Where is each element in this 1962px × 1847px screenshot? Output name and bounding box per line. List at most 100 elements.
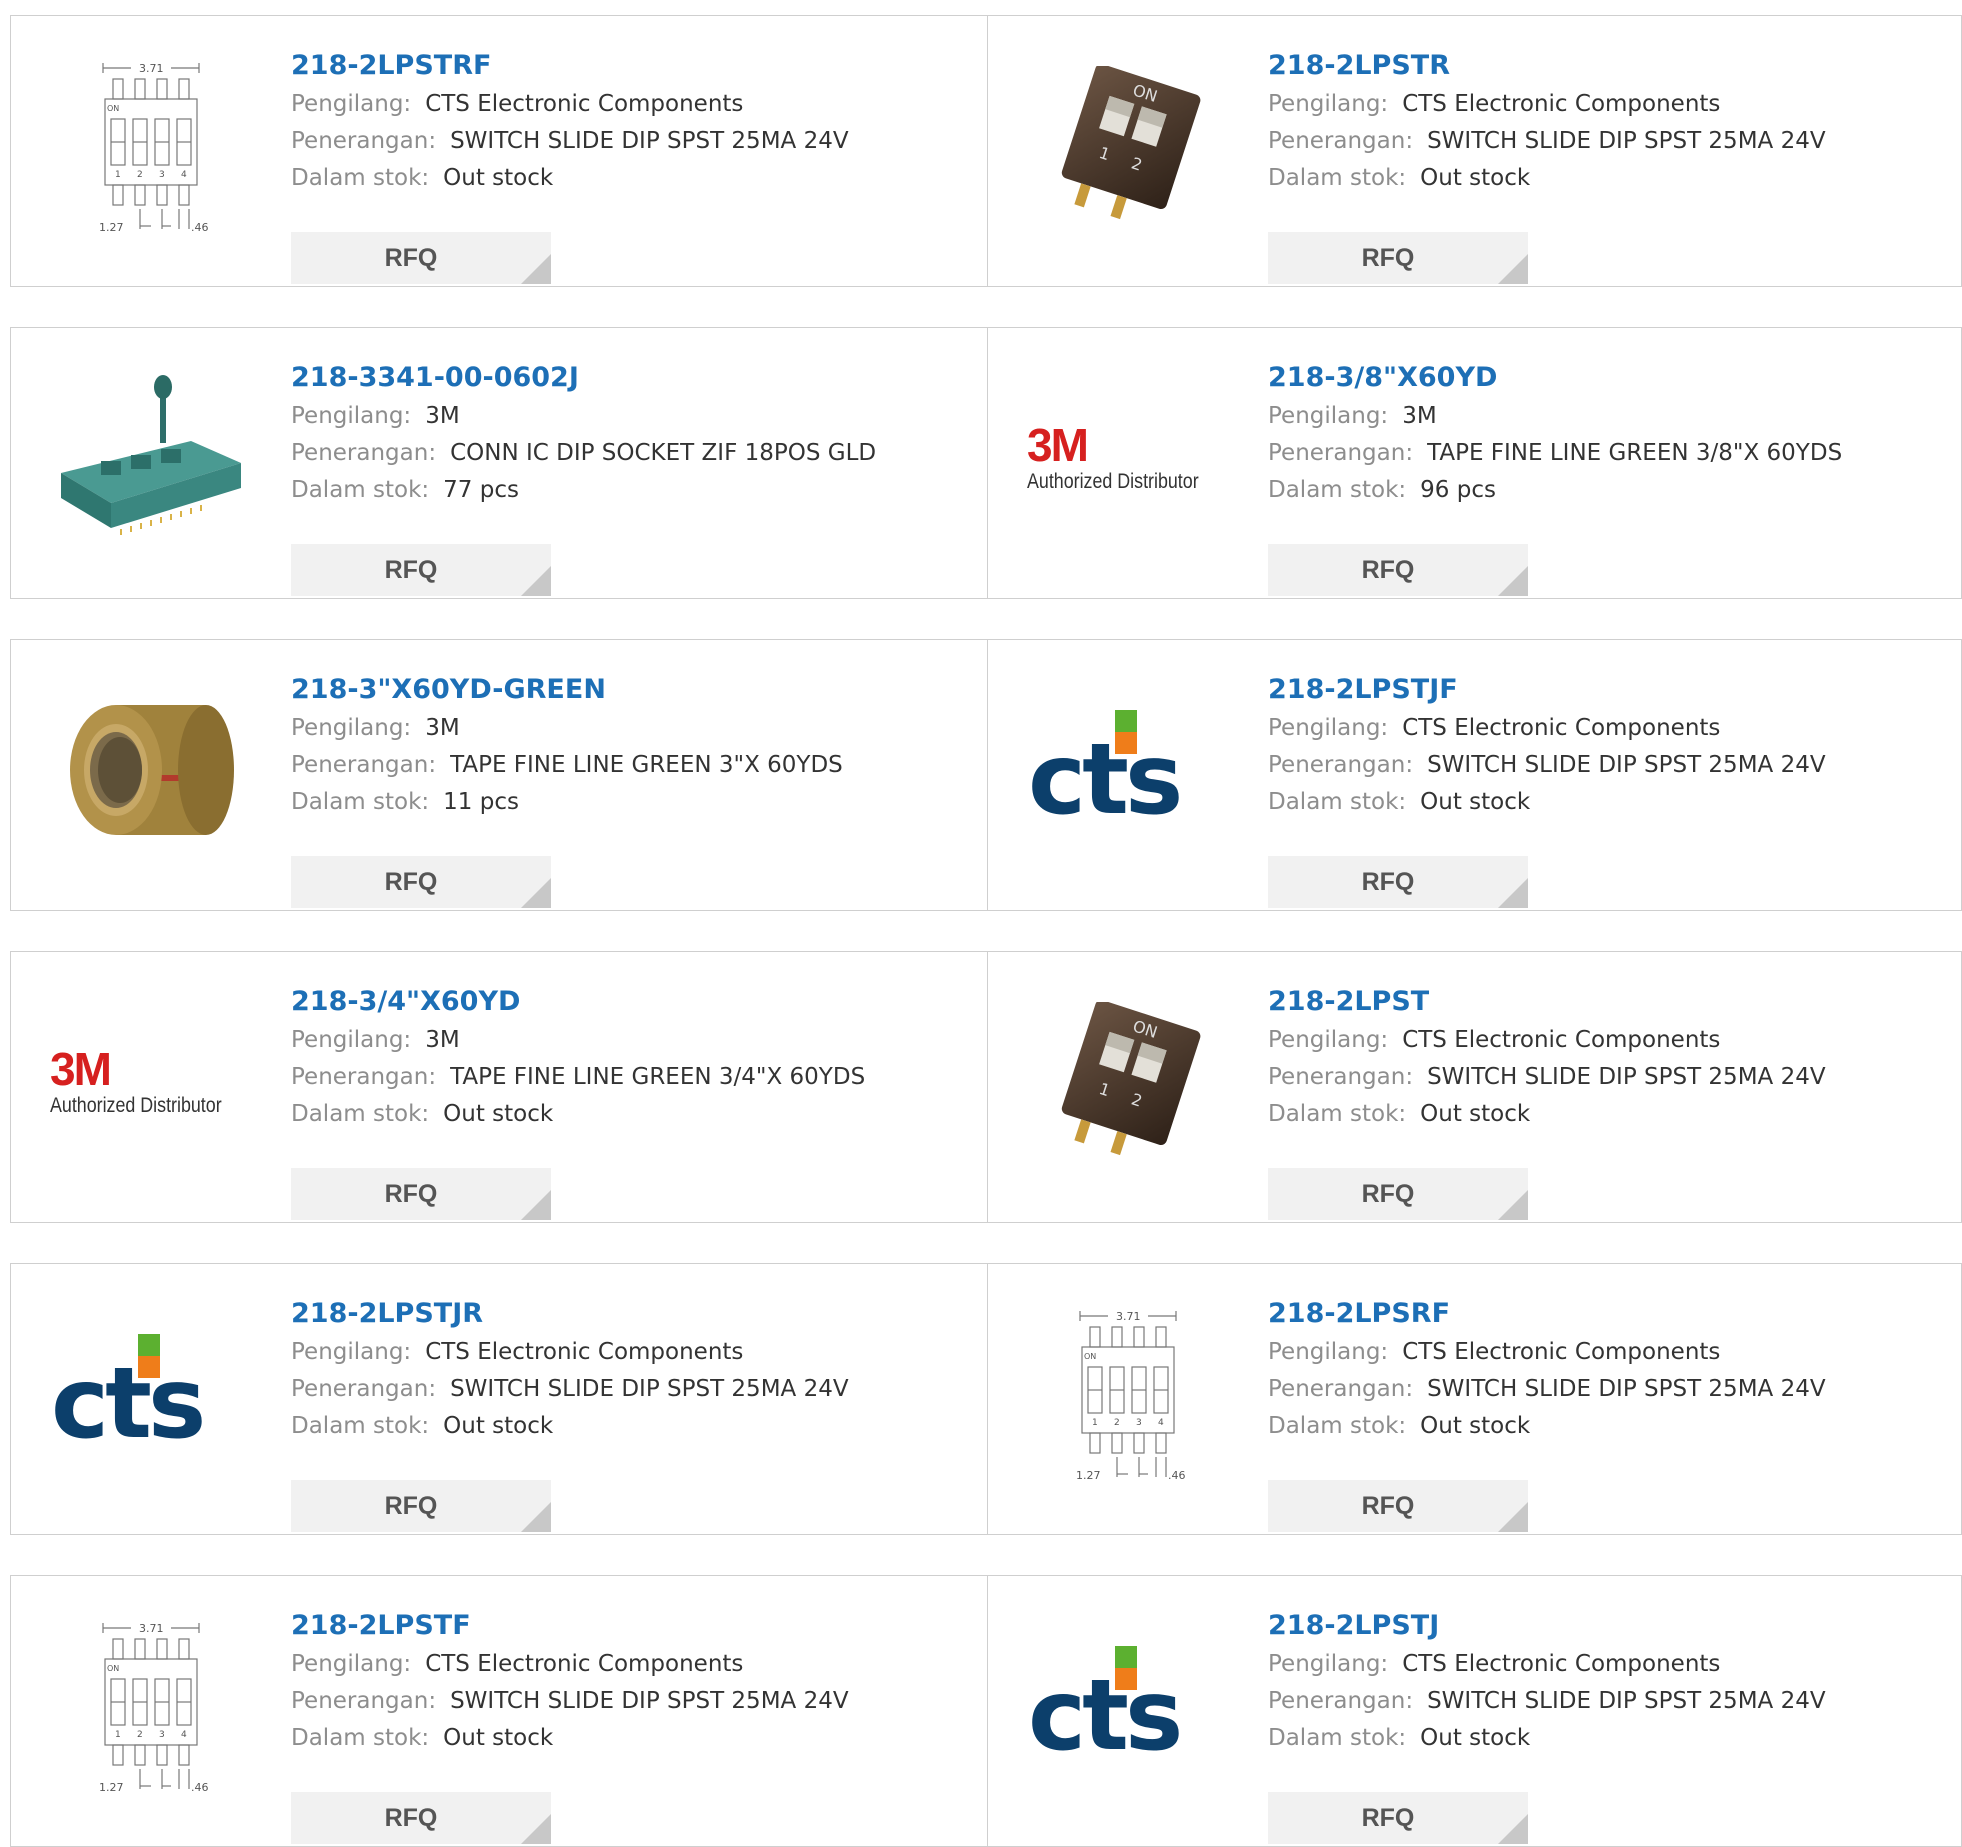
3m-logo: 3M Authorized Distributor — [50, 1045, 252, 1119]
product-image[interactable] — [51, 670, 251, 870]
part-number-link[interactable]: 218-2LPSTJF — [1268, 670, 1928, 710]
svg-text:ON: ON — [107, 104, 119, 113]
svg-text:3.71: 3.71 — [139, 62, 164, 75]
dip-schematic-icon: 3.71 ON 1 2 3 4 1.27 .46 — [1076, 1310, 1186, 1482]
stock-label: Dalam stok: — [1268, 1413, 1407, 1439]
product-card: 3.71 ON 1 2 3 4 1.27 .46 218-2LPSTRF Pengi… — [11, 16, 988, 286]
product-card: 3M Authorized Distributor 218-3/8"X60YD … — [988, 328, 1961, 598]
rfq-button[interactable]: RFQ — [1268, 232, 1528, 284]
manufacturer-label: Pengilang: — [1268, 1027, 1389, 1053]
description-row: Penerangan: SWITCH SLIDE DIP SPST 25MA 24… — [1268, 1371, 1928, 1408]
manufacturer-value: CTS Electronic Components — [1402, 1027, 1721, 1053]
3m-mark: 3M — [50, 1043, 112, 1095]
stock-label: Dalam stok: — [291, 1725, 430, 1751]
part-number-link[interactable]: 218-2LPSTRF — [291, 46, 951, 86]
part-number-link[interactable]: 218-3/8"X60YD — [1268, 358, 1928, 398]
part-number-link[interactable]: 218-3"X60YD-GREEN — [291, 670, 951, 710]
description-value: SWITCH SLIDE DIP SPST 25MA 24V — [450, 1376, 849, 1402]
part-number-link[interactable]: 218-2LPSTJ — [1268, 1606, 1928, 1646]
rfq-button[interactable]: RFQ — [291, 232, 551, 284]
cts-logo: cts — [1028, 710, 1228, 830]
product-image[interactable]: 3M Authorized Distributor — [50, 982, 252, 1182]
manufacturer-value: CTS Electronic Components — [1402, 1651, 1721, 1677]
product-image[interactable]: cts — [51, 1294, 251, 1494]
stock-row: Dalam stok: Out stock — [1268, 1096, 1928, 1133]
product-row: 3.71 ON 1 2 3 4 1.27 .46 218-2LPSTRF Pengi… — [10, 15, 1962, 287]
cts-wordmark: cts — [51, 1347, 206, 1461]
part-number-link[interactable]: 218-2LPSTR — [1268, 46, 1928, 86]
corner-triangle-icon — [1498, 1502, 1528, 1532]
product-image[interactable]: 3.71 ON 1 2 3 4 1.27 .46 — [1028, 1294, 1228, 1494]
description-value: TAPE FINE LINE GREEN 3/8"X 60YDS — [1427, 440, 1843, 466]
product-image[interactable]: 3.71 ON 1 2 3 4 1.27 .46 — [51, 46, 251, 246]
rfq-button[interactable]: RFQ — [1268, 544, 1528, 596]
part-number-link[interactable]: 218-2LPST — [1268, 982, 1928, 1022]
product-image[interactable]: ON 1 2 — [1028, 982, 1228, 1182]
authorized-distributor-text: Authorized Distributor — [1027, 470, 1199, 493]
product-image[interactable]: cts — [1028, 1606, 1228, 1806]
rfq-label: RFQ — [1361, 1804, 1415, 1832]
rfq-button[interactable]: RFQ — [291, 856, 551, 908]
rfq-button[interactable]: RFQ — [291, 1792, 551, 1844]
rfq-button[interactable]: RFQ — [1268, 1792, 1528, 1844]
manufacturer-value: CTS Electronic Components — [425, 91, 744, 117]
description-row: Penerangan: CONN IC DIP SOCKET ZIF 18POS … — [291, 435, 951, 472]
rfq-button[interactable]: RFQ — [1268, 856, 1528, 908]
rfq-button[interactable]: RFQ — [291, 544, 551, 596]
part-number-link[interactable]: 218-2LPSTJR — [291, 1294, 951, 1334]
part-number-link[interactable]: 218-2LPSTF — [291, 1606, 951, 1646]
svg-text:.46: .46 — [191, 221, 209, 234]
product-image[interactable]: 3.71 ON 1 2 3 4 1.27 .46 — [51, 1606, 251, 1806]
zif-socket-photo — [61, 375, 241, 535]
manufacturer-row: Pengilang: CTS Electronic Components — [1268, 710, 1928, 747]
rfq-label: RFQ — [384, 1804, 438, 1832]
svg-text:3.71: 3.71 — [139, 1622, 164, 1635]
manufacturer-row: Pengilang: CTS Electronic Components — [291, 1646, 951, 1683]
svg-text:ON: ON — [1084, 1352, 1096, 1361]
rfq-button[interactable]: RFQ — [291, 1480, 551, 1532]
manufacturer-row: Pengilang: CTS Electronic Components — [1268, 86, 1928, 123]
authorized-distributor-text: Authorized Distributor — [50, 1094, 222, 1117]
description-label: Penerangan: — [1268, 128, 1414, 154]
stock-row: Dalam stok: 96 pcs — [1268, 472, 1928, 509]
stock-label: Dalam stok: — [1268, 477, 1407, 503]
product-image[interactable] — [51, 358, 251, 558]
cts-wordmark: cts — [1028, 1659, 1183, 1773]
product-info: 218-3/8"X60YD Pengilang: 3M Penerangan: TA… — [1268, 358, 1928, 596]
rfq-label: RFQ — [384, 1492, 438, 1520]
rfq-button[interactable]: RFQ — [291, 1168, 551, 1220]
stock-row: Dalam stok: Out stock — [1268, 1720, 1928, 1757]
description-label: Penerangan: — [291, 440, 437, 466]
stock-value: Out stock — [443, 1725, 554, 1751]
stock-label: Dalam stok: — [291, 1413, 430, 1439]
stock-row: Dalam stok: Out stock — [291, 160, 951, 197]
description-row: Penerangan: SWITCH SLIDE DIP SPST 25MA 24… — [291, 123, 951, 160]
cts-wordmark: cts — [1028, 723, 1183, 837]
stock-label: Dalam stok: — [1268, 165, 1407, 191]
corner-triangle-icon — [1498, 1190, 1528, 1220]
description-value: SWITCH SLIDE DIP SPST 25MA 24V — [1427, 1688, 1826, 1714]
product-info: 218-2LPSTJR Pengilang: CTS Electronic Com… — [291, 1294, 951, 1532]
manufacturer-label: Pengilang: — [1268, 1339, 1389, 1365]
part-number-link[interactable]: 218-2LPSRF — [1268, 1294, 1928, 1334]
product-row: 3M Authorized Distributor 218-3/4"X60YD … — [10, 951, 1962, 1223]
product-image[interactable]: cts — [1028, 670, 1228, 870]
part-number-link[interactable]: 218-3/4"X60YD — [291, 982, 951, 1022]
rfq-button[interactable]: RFQ — [1268, 1480, 1528, 1532]
product-card: cts 218-2LPSTJR Pengilang: CTS Electronic… — [11, 1264, 988, 1534]
product-card: 218-3"X60YD-GREEN Pengilang: 3M Peneranga… — [11, 640, 988, 910]
manufacturer-row: Pengilang: CTS Electronic Components — [291, 1334, 951, 1371]
manufacturer-row: Pengilang: CTS Electronic Components — [1268, 1334, 1928, 1371]
description-value: SWITCH SLIDE DIP SPST 25MA 24V — [1427, 1376, 1826, 1402]
svg-text:1: 1 — [115, 170, 121, 180]
manufacturer-value: CTS Electronic Components — [1402, 1339, 1721, 1365]
rfq-button[interactable]: RFQ — [1268, 1168, 1528, 1220]
stock-row: Dalam stok: Out stock — [1268, 160, 1928, 197]
stock-label: Dalam stok: — [1268, 1725, 1407, 1751]
part-number-link[interactable]: 218-3341-00-0602J — [291, 358, 951, 398]
product-image[interactable]: ON 1 2 — [1028, 46, 1228, 246]
product-card: cts 218-2LPSTJF Pengilang: CTS Electronic… — [988, 640, 1961, 910]
product-image[interactable]: 3M Authorized Distributor — [1027, 358, 1228, 558]
cts-logo: cts — [1028, 1646, 1228, 1766]
product-card: 3.71 ON 1 2 3 4 1.27 .46 218-2LPSRF Pengil… — [988, 1264, 1961, 1534]
